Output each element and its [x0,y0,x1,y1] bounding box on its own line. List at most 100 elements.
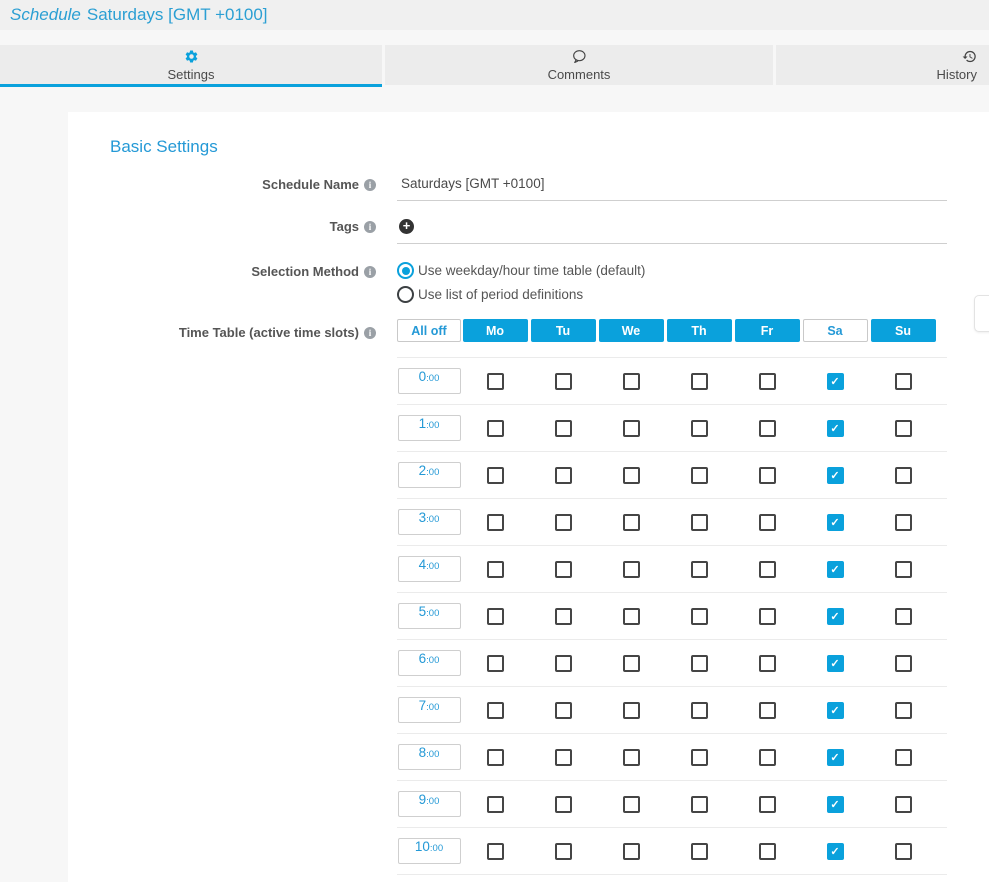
timeslot-checkbox-sa-7[interactable]: ✓ [827,702,844,719]
day-column-button-mo[interactable]: Mo [463,319,528,342]
timeslot-checkbox-mo-3[interactable] [487,514,504,531]
timeslot-checkbox-sa-6[interactable]: ✓ [827,655,844,672]
timeslot-checkbox-tu-1[interactable] [555,420,572,437]
timeslot-checkbox-tu-5[interactable] [555,608,572,625]
timeslot-checkbox-mo-6[interactable] [487,655,504,672]
timeslot-checkbox-th-6[interactable] [691,655,708,672]
radio-selected-icon[interactable] [397,262,414,279]
timeslot-checkbox-th-0[interactable] [691,373,708,390]
timeslot-checkbox-mo-9[interactable] [487,796,504,813]
timeslot-checkbox-tu-0[interactable] [555,373,572,390]
info-icon[interactable]: i [364,266,376,278]
timeslot-checkbox-fr-9[interactable] [759,796,776,813]
timeslot-checkbox-sa-4[interactable]: ✓ [827,561,844,578]
tab-comments[interactable]: Comments [385,45,773,85]
day-column-button-th[interactable]: Th [667,319,732,342]
timeslot-checkbox-su-8[interactable] [895,749,912,766]
hour-row-button-3[interactable]: 3:00 [398,509,461,535]
timeslot-checkbox-fr-1[interactable] [759,420,776,437]
timeslot-checkbox-we-6[interactable] [623,655,640,672]
day-column-button-su[interactable]: Su [871,319,936,342]
timeslot-checkbox-su-0[interactable] [895,373,912,390]
timeslot-checkbox-mo-8[interactable] [487,749,504,766]
timeslot-checkbox-fr-10[interactable] [759,843,776,860]
timeslot-checkbox-tu-8[interactable] [555,749,572,766]
timeslot-checkbox-sa-0[interactable]: ✓ [827,373,844,390]
timeslot-checkbox-fr-2[interactable] [759,467,776,484]
timeslot-checkbox-tu-4[interactable] [555,561,572,578]
timeslot-checkbox-su-3[interactable] [895,514,912,531]
timeslot-checkbox-th-8[interactable] [691,749,708,766]
timeslot-checkbox-tu-3[interactable] [555,514,572,531]
timeslot-checkbox-sa-5[interactable]: ✓ [827,608,844,625]
timeslot-checkbox-su-9[interactable] [895,796,912,813]
timeslot-checkbox-sa-9[interactable]: ✓ [827,796,844,813]
timeslot-checkbox-tu-9[interactable] [555,796,572,813]
hour-row-button-7[interactable]: 7:00 [398,697,461,723]
timeslot-checkbox-th-4[interactable] [691,561,708,578]
timeslot-checkbox-fr-3[interactable] [759,514,776,531]
timeslot-checkbox-sa-2[interactable]: ✓ [827,467,844,484]
timeslot-checkbox-tu-6[interactable] [555,655,572,672]
timeslot-checkbox-sa-1[interactable]: ✓ [827,420,844,437]
timeslot-checkbox-fr-7[interactable] [759,702,776,719]
timeslot-checkbox-th-10[interactable] [691,843,708,860]
info-icon[interactable]: i [364,221,376,233]
schedule-name-input[interactable] [397,173,947,201]
add-tag-button[interactable]: + [399,219,414,234]
timeslot-checkbox-fr-0[interactable] [759,373,776,390]
day-column-button-tu[interactable]: Tu [531,319,596,342]
timeslot-checkbox-th-5[interactable] [691,608,708,625]
timeslot-checkbox-tu-10[interactable] [555,843,572,860]
hour-row-button-1[interactable]: 1:00 [398,415,461,441]
radio-option-weekday-time-table[interactable]: Use weekday/hour time table (default) [397,262,947,279]
timeslot-checkbox-mo-1[interactable] [487,420,504,437]
timeslot-checkbox-fr-5[interactable] [759,608,776,625]
tab-history[interactable]: History [776,45,989,85]
info-icon[interactable]: i [364,327,376,339]
timeslot-checkbox-we-4[interactable] [623,561,640,578]
day-column-button-we[interactable]: We [599,319,664,342]
timeslot-checkbox-su-1[interactable] [895,420,912,437]
timeslot-checkbox-su-4[interactable] [895,561,912,578]
timeslot-checkbox-we-2[interactable] [623,467,640,484]
day-column-button-sa[interactable]: Sa [803,319,868,342]
hour-row-button-6[interactable]: 6:00 [398,650,461,676]
timeslot-checkbox-mo-0[interactable] [487,373,504,390]
timeslot-checkbox-su-5[interactable] [895,608,912,625]
timeslot-checkbox-we-8[interactable] [623,749,640,766]
timeslot-checkbox-fr-6[interactable] [759,655,776,672]
timeslot-checkbox-th-1[interactable] [691,420,708,437]
timeslot-checkbox-mo-10[interactable] [487,843,504,860]
timeslot-checkbox-we-5[interactable] [623,608,640,625]
tab-settings[interactable]: Settings [0,45,382,85]
side-panel-handle[interactable] [974,295,989,332]
timeslot-checkbox-fr-8[interactable] [759,749,776,766]
day-column-button-fr[interactable]: Fr [735,319,800,342]
timeslot-checkbox-we-9[interactable] [623,796,640,813]
timeslot-checkbox-th-3[interactable] [691,514,708,531]
timeslot-checkbox-we-1[interactable] [623,420,640,437]
timeslot-checkbox-fr-4[interactable] [759,561,776,578]
timeslot-checkbox-we-3[interactable] [623,514,640,531]
hour-row-button-9[interactable]: 9:00 [398,791,461,817]
hour-row-button-4[interactable]: 4:00 [398,556,461,582]
timeslot-checkbox-su-10[interactable] [895,843,912,860]
timeslot-checkbox-su-7[interactable] [895,702,912,719]
timeslot-checkbox-su-2[interactable] [895,467,912,484]
timeslot-checkbox-th-2[interactable] [691,467,708,484]
timeslot-checkbox-sa-10[interactable]: ✓ [827,843,844,860]
hour-row-button-10[interactable]: 10:00 [398,838,461,864]
timeslot-checkbox-sa-3[interactable]: ✓ [827,514,844,531]
all-off-button[interactable]: All off [397,319,461,342]
hour-row-button-2[interactable]: 2:00 [398,462,461,488]
radio-option-period-definitions[interactable]: Use list of period definitions [397,286,947,303]
hour-row-button-5[interactable]: 5:00 [398,603,461,629]
timeslot-checkbox-we-10[interactable] [623,843,640,860]
timeslot-checkbox-tu-7[interactable] [555,702,572,719]
timeslot-checkbox-su-6[interactable] [895,655,912,672]
timeslot-checkbox-th-7[interactable] [691,702,708,719]
radio-unselected-icon[interactable] [397,286,414,303]
timeslot-checkbox-sa-8[interactable]: ✓ [827,749,844,766]
hour-row-button-8[interactable]: 8:00 [398,744,461,770]
